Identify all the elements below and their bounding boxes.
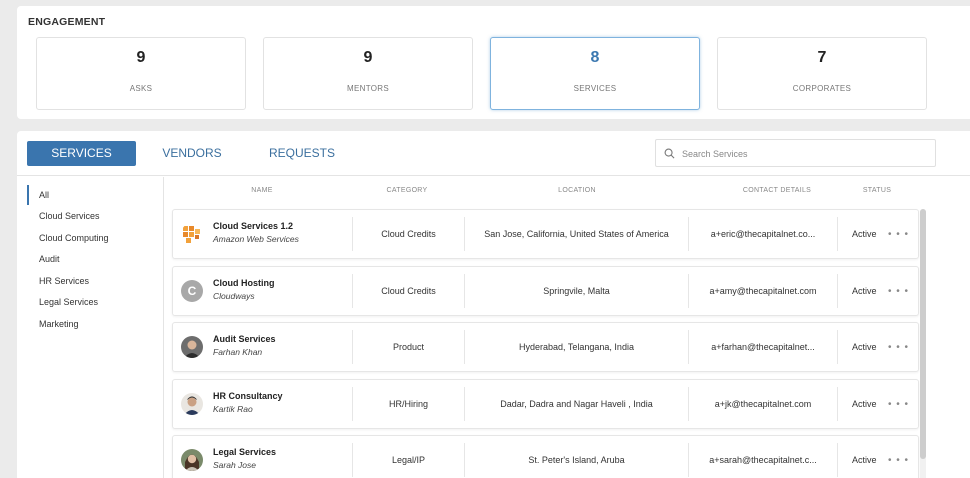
more-options-icon[interactable]: • • •	[888, 229, 909, 240]
sidebar-item-all[interactable]: All	[27, 185, 157, 205]
avatar-letter: C	[187, 284, 197, 298]
stat-label: ASKS	[129, 84, 153, 93]
more-options-icon[interactable]: • • •	[888, 286, 909, 297]
table-row[interactable]: Legal Services Sarah Jose Legal/IP St. P…	[172, 435, 919, 478]
stat-card-mentors[interactable]: 9 MENTORS	[263, 37, 473, 110]
column-header-location: LOCATION	[558, 187, 596, 194]
more-options-icon[interactable]: • • •	[888, 455, 909, 466]
category-cell: Product	[392, 342, 425, 352]
location-cell: Dadar, Dadra and Nagar Haveli , India	[500, 399, 653, 409]
table-row[interactable]: Cloud Services 1.2 Amazon Web Services C…	[172, 209, 919, 259]
location-cell: St. Peter's Island, Aruba	[528, 455, 625, 465]
contact-cell: a+jk@thecapitalnet.com	[714, 399, 812, 409]
table-scrollbar[interactable]	[920, 209, 926, 478]
person-avatar	[181, 449, 203, 471]
row-subtitle: Kartik Rao	[213, 404, 253, 414]
sidebar-item-hr-services[interactable]: HR Services	[27, 271, 157, 291]
tab-vendors[interactable]: VENDORS	[157, 141, 227, 166]
tab-bar: SERVICES VENDORS REQUESTS	[17, 131, 970, 176]
location-cell: Springvile, Malta	[543, 286, 610, 296]
stat-value: 7	[817, 49, 827, 66]
person-avatar	[181, 393, 203, 415]
category-cell: HR/Hiring	[388, 399, 428, 409]
column-header-name: NAME	[251, 187, 273, 194]
person-avatar	[181, 336, 203, 358]
row-title: Audit Services	[213, 334, 276, 344]
engagement-title: ENGAGEMENT	[28, 16, 106, 28]
aws-logo-icon	[181, 223, 203, 245]
engagement-panel: ENGAGEMENT 9 ASKS 9 MENTORS 8 SERVICES 7…	[17, 6, 970, 119]
search-icon	[664, 148, 675, 159]
column-header-contact: CONTACT DETAILS	[742, 187, 812, 194]
stat-card-services[interactable]: 8 SERVICES	[490, 37, 700, 110]
sidebar-item-marketing[interactable]: Marketing	[27, 314, 157, 334]
contact-cell: a+eric@thecapitalnet.co...	[710, 229, 816, 239]
scrollbar-thumb[interactable]	[920, 209, 926, 459]
table-row[interactable]: HR Consultancy Kartik Rao HR/Hiring Dada…	[172, 379, 919, 429]
location-cell: San Jose, California, United States of A…	[484, 229, 669, 239]
location-cell: Hyderabad, Telangana, India	[519, 342, 634, 352]
column-header-status: STATUS	[862, 187, 892, 194]
stat-value: 9	[136, 49, 146, 66]
table-row[interactable]: C Cloud Hosting Cloudways Cloud Credits …	[172, 266, 919, 316]
row-title: HR Consultancy	[213, 391, 283, 401]
more-options-icon[interactable]: • • •	[888, 342, 909, 353]
contact-cell: a+sarah@thecapitalnet.c...	[709, 455, 817, 465]
row-subtitle: Amazon Web Services	[213, 234, 299, 244]
row-title: Cloud Services 1.2	[213, 221, 294, 231]
stat-value: 8	[590, 49, 600, 66]
row-subtitle: Sarah Jose	[213, 460, 256, 470]
column-header-category: CATEGORY	[386, 187, 428, 194]
search-input[interactable]	[682, 144, 927, 163]
stat-card-corporates[interactable]: 7 CORPORATES	[717, 37, 927, 110]
status-cell: Active	[852, 286, 877, 296]
table-row[interactable]: Audit Services Farhan Khan Product Hyder…	[172, 322, 919, 372]
row-subtitle: Cloudways	[213, 291, 255, 301]
contact-cell: a+farhan@thecapitalnet...	[711, 342, 815, 352]
stat-label: CORPORATES	[792, 84, 852, 93]
category-sidebar: All Cloud Services Cloud Computing Audit…	[17, 177, 164, 478]
more-options-icon[interactable]: • • •	[888, 399, 909, 410]
row-subtitle: Farhan Khan	[213, 347, 263, 357]
stat-label: MENTORS	[347, 84, 389, 93]
sidebar-item-cloud-services[interactable]: Cloud Services	[27, 206, 157, 226]
sidebar-item-legal-services[interactable]: Legal Services	[27, 292, 157, 312]
letter-c-avatar: C	[181, 280, 203, 302]
services-panel: SERVICES VENDORS REQUESTS All Cloud Serv…	[17, 131, 970, 478]
row-title: Legal Services	[213, 447, 277, 457]
status-cell: Active	[852, 229, 877, 239]
category-cell: Cloud Credits	[381, 286, 436, 296]
status-cell: Active	[852, 455, 877, 465]
category-cell: Cloud Credits	[381, 229, 436, 239]
category-cell: Legal/IP	[391, 455, 426, 465]
stat-label: SERVICES	[573, 84, 617, 93]
stat-card-asks[interactable]: 9 ASKS	[36, 37, 246, 110]
tab-requests[interactable]: REQUESTS	[267, 141, 337, 166]
contact-cell: a+amy@thecapitalnet.com	[709, 286, 817, 296]
tab-services[interactable]: SERVICES	[27, 141, 136, 166]
search-box	[655, 139, 936, 167]
row-title: Cloud Hosting	[213, 278, 275, 288]
stat-value: 9	[363, 49, 373, 66]
sidebar-item-audit[interactable]: Audit	[27, 249, 157, 269]
status-cell: Active	[852, 399, 877, 409]
status-cell: Active	[852, 342, 877, 352]
sidebar-item-cloud-computing[interactable]: Cloud Computing	[27, 228, 157, 248]
